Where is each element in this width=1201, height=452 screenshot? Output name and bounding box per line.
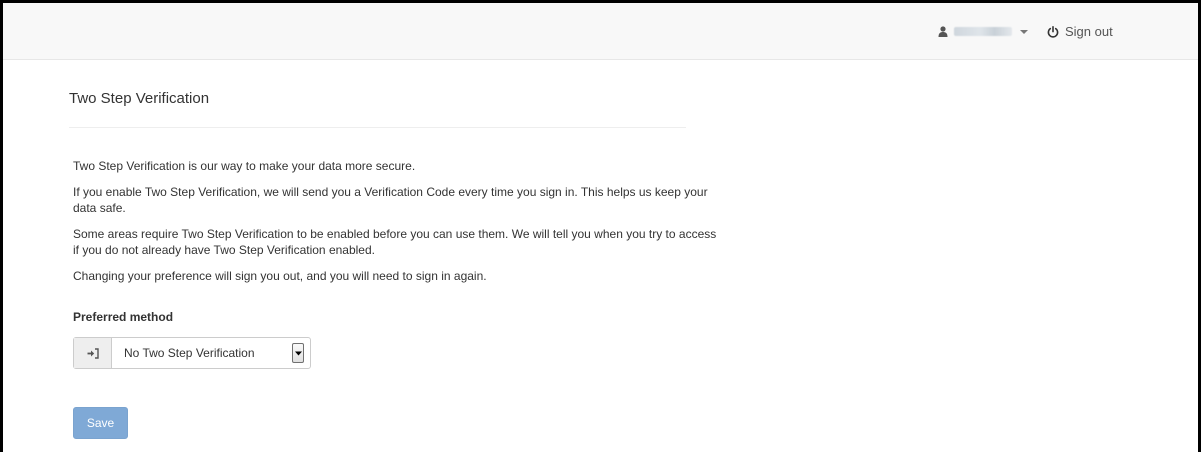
description-paragraph: Two Step Verification is our way to make… — [73, 159, 416, 173]
user-icon — [938, 26, 948, 37]
save-button[interactable]: Save — [73, 407, 128, 439]
selected-method-value: No Two Step Verification — [124, 346, 255, 360]
app-window: Sign out Two Step Verification Two Step … — [0, 0, 1201, 452]
description-paragraph: If you enable Two Step Verification, we … — [73, 185, 708, 215]
top-navbar: Sign out — [3, 3, 1198, 60]
power-icon — [1047, 25, 1059, 38]
page-title: Two Step Verification — [69, 90, 210, 107]
preferred-method-label: Preferred method — [73, 310, 174, 324]
description-paragraph: Changing your preference will sign you o… — [73, 269, 487, 283]
select-addon — [74, 338, 112, 368]
preferred-method-select-group: No Two Step Verification — [73, 337, 311, 369]
preferred-method-select[interactable]: No Two Step Verification — [112, 338, 310, 368]
sign-out-label: Sign out — [1065, 24, 1113, 39]
user-menu-dropdown[interactable] — [938, 3, 1028, 60]
sign-in-icon — [87, 347, 99, 359]
caret-down-icon — [1020, 29, 1028, 35]
dropdown-arrow-icon[interactable] — [292, 343, 304, 363]
description-block: Two Step Verification is our way to make… — [73, 158, 723, 294]
page-header: Two Step Verification — [69, 89, 729, 109]
redacted-username — [954, 27, 1012, 36]
sign-out-link[interactable]: Sign out — [1047, 3, 1113, 60]
description-paragraph: Some areas require Two Step Verification… — [73, 227, 717, 257]
title-divider — [69, 127, 686, 128]
